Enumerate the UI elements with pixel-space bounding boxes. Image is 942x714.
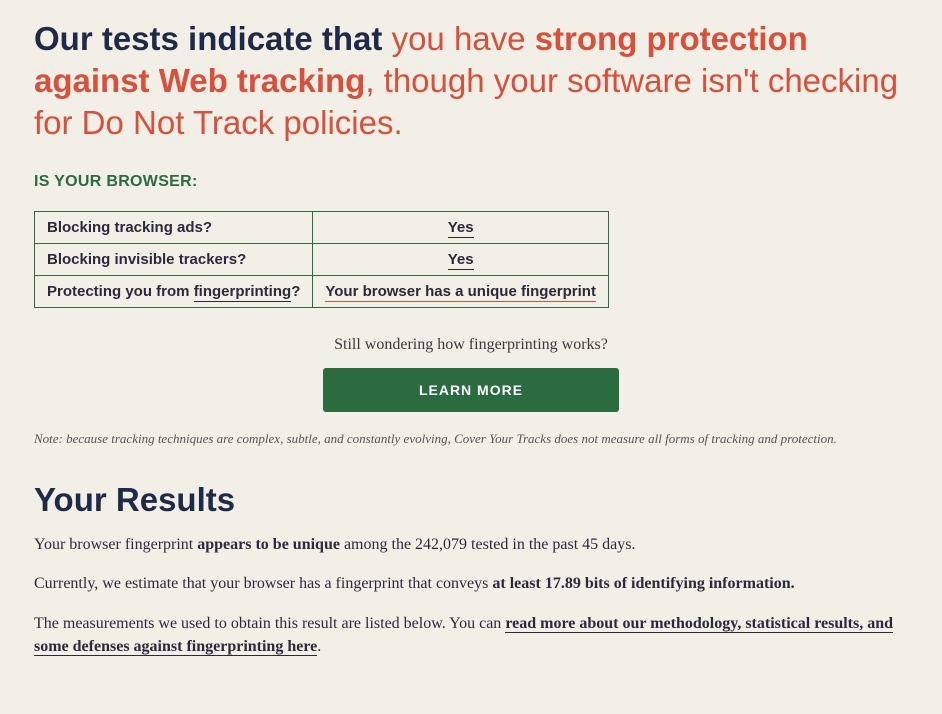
table-row: Protecting you from fingerprinting? Your… (35, 275, 609, 307)
learn-more-button[interactable]: LEARN MORE (323, 368, 619, 412)
headline-prefix: Our tests indicate that (34, 20, 392, 57)
table-row: Blocking tracking ads? Yes (35, 211, 609, 243)
status-answer: Yes (313, 211, 609, 243)
results-paragraph-1: Your browser fingerprint appears to be u… (34, 533, 908, 556)
status-question: Blocking invisible trackers? (35, 243, 313, 275)
fingerprinting-link[interactable]: fingerprinting (194, 283, 292, 302)
status-question: Blocking tracking ads? (35, 211, 313, 243)
headline-mid: you have (392, 20, 535, 57)
results-paragraph-3: The measurements we used to obtain this … (34, 612, 908, 658)
learn-question: Still wondering how fingerprinting works… (34, 336, 908, 354)
table-row: Blocking invisible trackers? Yes (35, 243, 609, 275)
your-results-heading: Your Results (34, 481, 908, 519)
is-your-browser-label: IS YOUR BROWSER: (34, 173, 908, 191)
status-answer: Yes (313, 243, 609, 275)
status-answer: Your browser has a unique fingerprint (313, 275, 609, 307)
headline: Our tests indicate that you have strong … (34, 18, 908, 145)
tracking-note: Note: because tracking techniques are co… (34, 430, 908, 448)
status-table: Blocking tracking ads? Yes Blocking invi… (34, 211, 609, 308)
status-question: Protecting you from fingerprinting? (35, 275, 313, 307)
results-paragraph-2: Currently, we estimate that your browser… (34, 572, 908, 595)
